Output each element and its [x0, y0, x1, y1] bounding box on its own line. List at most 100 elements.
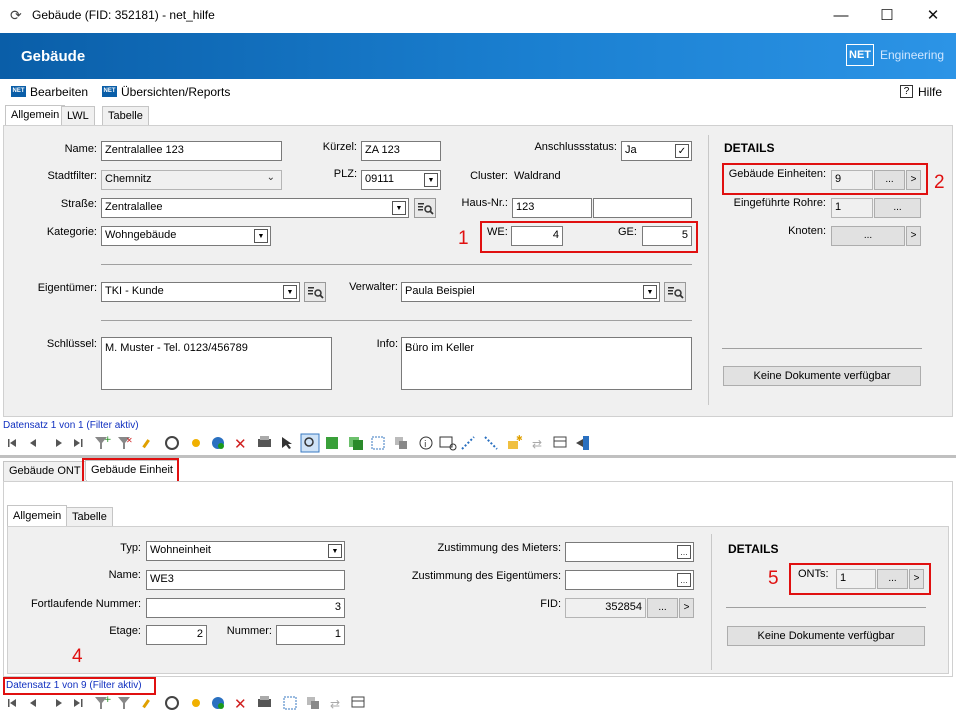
tab-inner-allgemein[interactable]: Allgemein [7, 505, 68, 527]
fid-open-button[interactable]: > [679, 598, 694, 618]
svg-text:⇄: ⇄ [532, 437, 542, 451]
stadtfilter-select[interactable]: Chemnitz ⌄ [101, 170, 282, 190]
anschlussstatus-field[interactable]: Ja ✓ [621, 141, 692, 161]
strasse-label: Straße: [60, 198, 97, 210]
kuerzel-field[interactable]: ZA 123 [361, 141, 441, 161]
hausnr-zusatz-field[interactable] [593, 198, 692, 218]
knoten-open-button[interactable]: > [906, 226, 921, 246]
menu-bar: NET Bearbeiten NET Übersichten/Reports ?… [0, 81, 956, 103]
rohre-more-button[interactable]: ... [874, 198, 921, 218]
cluster-value: Waldrand [514, 170, 561, 182]
we-field[interactable]: 4 [511, 226, 563, 246]
rohre-label: Eingeführte Rohre: [733, 197, 826, 209]
einheiten-field: 9 [831, 170, 873, 190]
verwalter-label: Verwalter: [349, 281, 398, 293]
info-textarea[interactable]: Büro im Keller [401, 337, 692, 390]
eigentuemer-select[interactable]: TKI - Kunde ▼ [101, 282, 300, 302]
tab-lwl[interactable]: LWL [61, 106, 95, 126]
menu-bearbeiten[interactable]: Bearbeiten [30, 85, 88, 99]
window-titlebar: ⟳ Gebäude (FID: 352181) - net_hilfe — ☐ … [0, 0, 956, 31]
kategorie-select[interactable]: Wohngebäude ▼ [101, 226, 271, 246]
fortlaufende-field[interactable]: 3 [146, 598, 345, 618]
svg-text:✕: ✕ [234, 435, 247, 453]
keine-dokumente-button[interactable]: Keine Dokumente verfügbar [723, 366, 921, 386]
anschlussstatus-value: Ja [625, 144, 637, 156]
rohre-field: 1 [831, 198, 873, 218]
hausnr-label: Haus-Nr.: [461, 197, 508, 209]
knoten-label: Knoten: [788, 225, 826, 237]
knoten-more-button[interactable]: ... [831, 226, 905, 246]
more-icon[interactable]: … [677, 545, 691, 559]
record-toolbar-bottom: + ✕ ⇄ [6, 693, 376, 713]
eigentuemer-value: TKI - Kunde [105, 285, 164, 297]
svg-text:i: i [424, 440, 427, 450]
close-icon[interactable]: ✕ [910, 0, 956, 31]
header-banner: Gebäude NET Engineering [0, 33, 956, 79]
net-logo: NET [846, 44, 874, 66]
einheiten-more-button[interactable]: ... [874, 170, 905, 190]
help-icon[interactable]: ? [900, 85, 913, 98]
einheiten-open-button[interactable]: > [906, 170, 921, 190]
maximize-icon[interactable]: ☐ [864, 0, 910, 31]
strasse-lookup-icon[interactable] [414, 198, 436, 218]
hausnr-field[interactable]: 123 [512, 198, 592, 218]
eigentuemer-zustimmung-label: Zustimmung des Eigentümers: [411, 570, 561, 582]
menu-reports[interactable]: Übersichten/Reports [121, 85, 230, 99]
einheit-name-field[interactable]: WE3 [146, 570, 345, 590]
fid-more-button[interactable]: ... [647, 598, 678, 618]
stadtfilter-label: Stadtfilter: [47, 170, 97, 182]
strasse-select[interactable]: Zentralallee ▼ [101, 198, 409, 218]
record-status: Datensatz 1 von 1 (Filter aktiv) [3, 420, 139, 431]
details-separator [708, 135, 709, 405]
stadtfilter-value: Chemnitz [105, 173, 152, 185]
plz-value: 09111 [365, 173, 394, 185]
onts-label: ONTs: [798, 568, 829, 580]
onts-field: 1 [836, 569, 876, 589]
record-toolbar: + ✕ ✕ i ✱ ⇄ [6, 433, 606, 453]
kategorie-value: Wohngebäude [105, 229, 177, 241]
minimize-icon[interactable]: — [818, 0, 864, 31]
plz-select[interactable]: 09111 ▼ [361, 170, 441, 190]
ge-field[interactable]: 5 [642, 226, 692, 246]
einheiten-label: Gebäude Einheiten: [728, 168, 826, 180]
record-status-bottom: Datensatz 1 von 9 (Filter aktiv) [6, 680, 142, 691]
schluessel-textarea[interactable]: M. Muster - Tel. 0123/456789 [101, 337, 332, 390]
einheit-name-label: Name: [108, 569, 141, 581]
fortlaufende-label: Fortlaufende Nummer: [30, 598, 141, 610]
anschlussstatus-label: Anschlussstatus: [534, 141, 617, 153]
verwalter-lookup-icon[interactable] [664, 282, 686, 302]
eigentuemer-lookup-icon[interactable] [304, 282, 326, 302]
more-icon[interactable]: … [677, 573, 691, 587]
svg-text:✕: ✕ [126, 436, 133, 445]
mieter-label: Zustimmung des Mieters: [437, 542, 561, 554]
fid-field: 352854 [565, 598, 646, 618]
verwalter-select[interactable]: Paula Beispiel ▼ [401, 282, 660, 302]
mieter-field[interactable]: … [565, 542, 694, 562]
plz-label: PLZ: [333, 168, 357, 180]
tab-allgemein[interactable]: Allgemein [5, 105, 66, 125]
eigentuemer-zustimmung-field[interactable]: … [565, 570, 694, 590]
svg-text:+: + [104, 435, 112, 445]
tab-inner-tabelle[interactable]: Tabelle [66, 507, 113, 527]
tab-gebaeude-ont[interactable]: Gebäude ONT [3, 461, 87, 481]
menu-help[interactable]: Hilfe [918, 85, 942, 99]
info-label: Info: [376, 338, 398, 350]
callout-2: 2 [934, 172, 945, 193]
typ-select[interactable]: Wohneinheit ▼ [146, 541, 345, 561]
chevron-down-icon: ⌄ [266, 172, 275, 183]
onts-more-button[interactable]: ... [877, 569, 908, 589]
divider [101, 320, 692, 321]
window-title: Gebäude (FID: 352181) - net_hilfe [32, 8, 215, 22]
tab-tabelle[interactable]: Tabelle [102, 106, 149, 126]
fid-label: FID: [540, 598, 561, 610]
name-field[interactable]: Zentralallee 123 [101, 141, 282, 161]
etage-field[interactable]: 2 [146, 625, 207, 645]
nummer-field[interactable]: 1 [276, 625, 345, 645]
keine-dokumente-button-2[interactable]: Keine Dokumente verfügbar [727, 626, 925, 646]
svg-text:⇄: ⇄ [330, 697, 340, 711]
details2-title: DETAILS [728, 542, 779, 556]
ge-label: GE: [618, 226, 637, 238]
callout-5: 5 [768, 568, 779, 589]
onts-open-button[interactable]: > [909, 569, 924, 589]
brand-text: Engineering [880, 48, 945, 62]
